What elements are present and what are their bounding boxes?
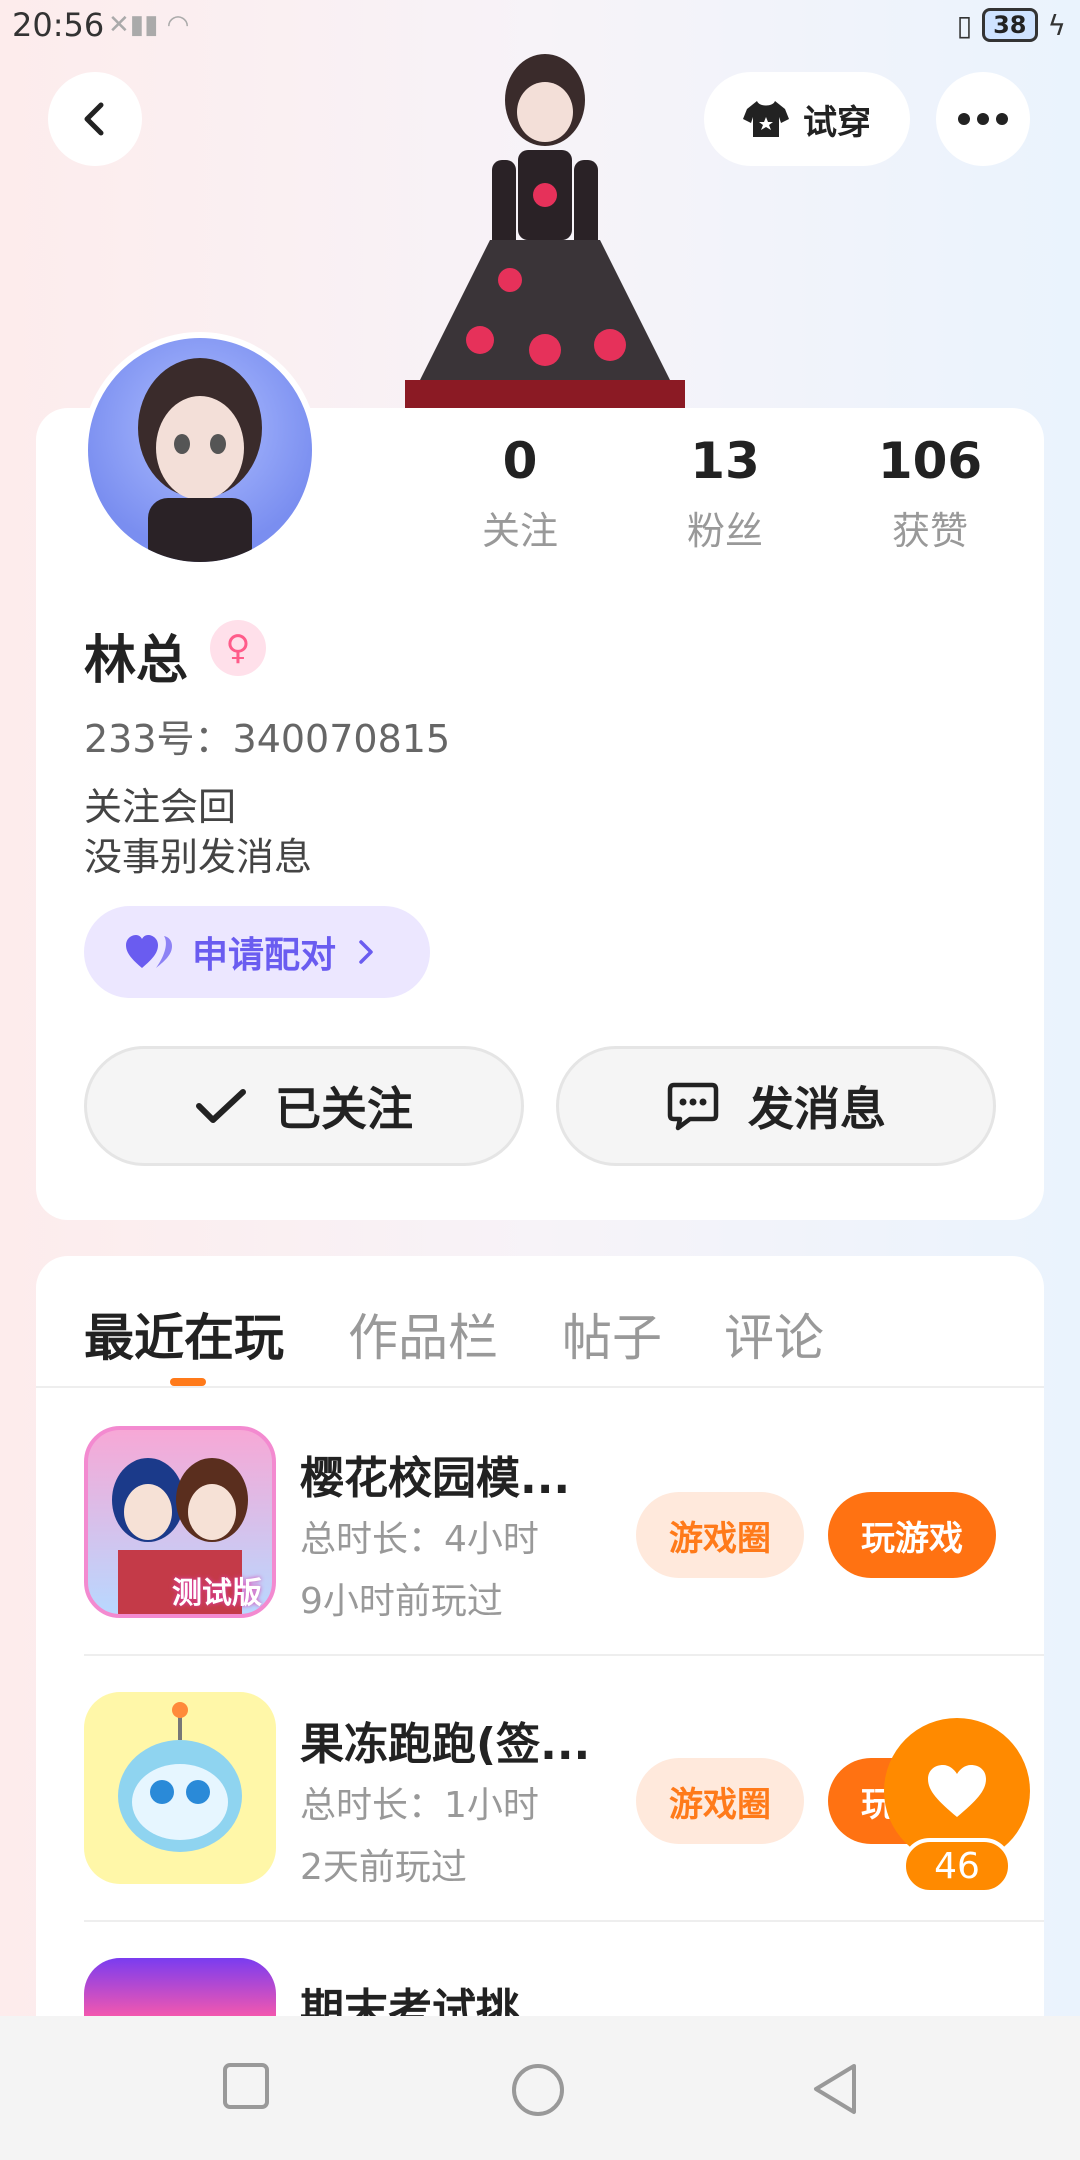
list-item[interactable]: 期末考试挑 [84, 1922, 1044, 2016]
likes-count: 106 [877, 432, 983, 490]
heart-icon [928, 1765, 986, 1817]
content-card: 最近在玩 作品栏 帖子 评论 测试版 樱花校园模... 总时长：4小时 9小时前… [36, 1256, 1044, 2016]
status-time: 20:56 [12, 6, 105, 44]
game-icon-final-exam[interactable] [84, 1958, 276, 2016]
system-nav-bar [0, 2016, 1080, 2160]
fans-count: 13 [690, 432, 760, 490]
likes-label: 获赞 [891, 509, 968, 553]
tab-posts[interactable]: 帖子 [562, 1298, 662, 1370]
tab-comments[interactable]: 评论 [724, 1298, 824, 1370]
chevron-right-icon [359, 940, 373, 964]
back-nav-button[interactable] [810, 2062, 860, 2120]
list-item[interactable]: 测试版 樱花校园模... 总时长：4小时 9小时前玩过 游戏圈 玩游戏 [84, 1390, 1044, 1656]
charging-icon: ϟ [1047, 8, 1066, 42]
status-right: ▯ 38 ϟ [957, 8, 1066, 42]
user-name: 林总 [84, 631, 189, 691]
game-circle-button[interactable]: 游戏圈 [636, 1492, 804, 1578]
request-pair-label: 申请配对 [192, 935, 337, 976]
active-tab-indicator [170, 1378, 206, 1386]
stat-following[interactable]: 0 关注 [420, 432, 620, 555]
battery-indicator: 38 [982, 8, 1038, 42]
heart-pair-icon [126, 935, 172, 968]
send-message-label: 发消息 [748, 1082, 886, 1136]
play-game-button[interactable]: 玩游戏 [828, 1492, 996, 1578]
stat-likes[interactable]: 106 获赞 [830, 432, 1030, 555]
game-title: 期末考试挑 [300, 1985, 520, 2016]
game-last-played: 9小时前玩过 [300, 1581, 503, 1622]
game-last-played: 2天前玩过 [300, 1847, 467, 1888]
game-title: 樱花校园模... [300, 1453, 571, 1504]
test-version-badge: 测试版 [172, 1576, 262, 1611]
followed-button[interactable]: 已关注 [84, 1046, 524, 1166]
square-icon [223, 2063, 269, 2109]
tab-works[interactable]: 作品栏 [348, 1298, 498, 1370]
following-count: 0 [502, 432, 538, 490]
bio-line-1: 关注会回 [84, 785, 237, 829]
avatar-3d-figure [380, 50, 710, 410]
fans-label: 粉丝 [686, 509, 763, 553]
game-duration: 总时长：4小时 [300, 1519, 539, 1560]
tab-recent-play[interactable]: 最近在玩 [84, 1298, 284, 1370]
more-dots-icon [958, 113, 1008, 125]
home-button[interactable] [510, 2062, 566, 2122]
avatar[interactable] [82, 332, 318, 568]
game-circle-button[interactable]: 游戏圈 [636, 1758, 804, 1844]
game-icon-sakura[interactable]: 测试版 [84, 1426, 276, 1618]
vibrate-icon: ▯ [956, 8, 973, 42]
user-id: 233号：340070815 [84, 717, 451, 761]
request-pair-button[interactable]: 申请配对 [84, 906, 430, 998]
like-count: 46 [902, 1838, 1012, 1894]
stat-fans[interactable]: 13 粉丝 [625, 432, 825, 555]
back-button[interactable] [48, 72, 142, 166]
status-bar: 20:56 ✕▮▮ ◠ ▯ 38 ϟ [0, 0, 1080, 56]
bio-line-2: 没事别发消息 [84, 835, 313, 879]
chevron-left-icon [84, 102, 104, 136]
following-label: 关注 [481, 509, 558, 553]
signal-wifi-icons: ✕▮▮ ◠ [108, 10, 190, 40]
content-tabs: 最近在玩 作品栏 帖子 评论 [36, 1256, 1044, 1388]
more-button[interactable] [936, 72, 1030, 166]
recent-apps-button[interactable] [222, 2062, 270, 2114]
tshirt-icon [743, 101, 789, 137]
game-duration: 总时长：1小时 [300, 1785, 539, 1826]
female-icon: ♀ [210, 620, 266, 676]
send-message-button[interactable]: 发消息 [556, 1046, 996, 1166]
try-on-label: 试穿 [803, 102, 871, 143]
triangle-back-icon [814, 2064, 856, 2114]
checkmark-icon [196, 1089, 246, 1123]
game-title: 果冻跑跑(签... [300, 1719, 591, 1770]
circle-icon [512, 2064, 564, 2116]
chat-bubble-icon [667, 1082, 719, 1131]
user-bio: 关注会回 没事别发消息 [84, 782, 312, 882]
try-on-button[interactable]: 试穿 [704, 72, 910, 166]
game-icon-jelly-run[interactable] [84, 1692, 276, 1884]
followed-label: 已关注 [275, 1082, 413, 1136]
